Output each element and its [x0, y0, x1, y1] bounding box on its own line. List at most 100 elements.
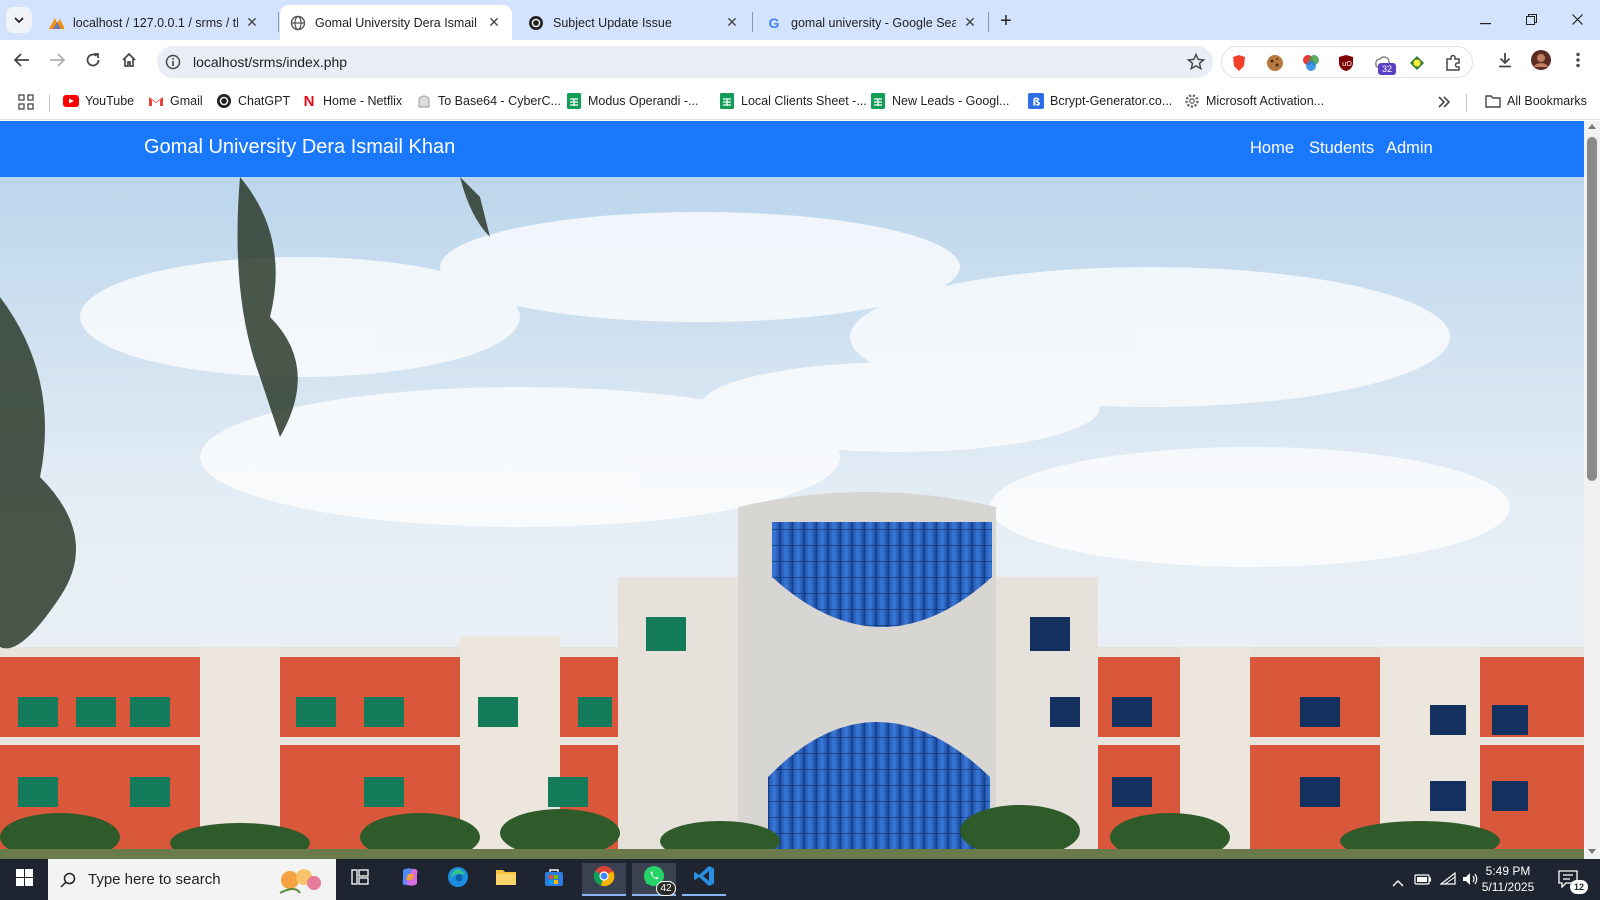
tab-search-button[interactable]	[6, 7, 32, 33]
bookmark-netflix[interactable]: N Home - Netflix	[301, 92, 403, 110]
scroll-down-arrow[interactable]	[1588, 849, 1596, 854]
tab-google-search[interactable]: G gomal university - Google Searc ✕	[756, 5, 988, 40]
sheets-icon	[566, 93, 582, 109]
bookmark-local-clients[interactable]: Local Clients Sheet -...	[719, 93, 867, 109]
nav-students-link[interactable]: Students	[1309, 139, 1374, 158]
minimize-button[interactable]	[1462, 0, 1508, 40]
tab-title: Subject Update Issue	[553, 15, 672, 30]
chevron-up-icon[interactable]	[1392, 874, 1404, 892]
page-scrollbar[interactable]	[1584, 121, 1600, 859]
site-brand[interactable]: Gomal University Dera Ismail Khan	[144, 136, 455, 159]
tab-gomal-university[interactable]: Gomal University Dera Ismail Kh ✕	[280, 5, 512, 40]
bookmark-label: ChatGPT	[238, 94, 291, 108]
taskbar-search[interactable]: Type here to search	[48, 859, 336, 900]
close-window-button[interactable]	[1554, 0, 1600, 40]
search-placeholder: Type here to search	[88, 871, 221, 888]
ublock-extension-icon[interactable]: uO	[1337, 54, 1355, 72]
whatsapp-button[interactable]: 42	[632, 863, 676, 896]
bookmark-label: Gmail	[170, 94, 203, 108]
minimize-icon	[1479, 12, 1491, 28]
scroll-thumb[interactable]	[1587, 137, 1597, 481]
reload-button[interactable]	[78, 47, 108, 77]
close-icon[interactable]: ✕	[486, 14, 502, 31]
vscode-button[interactable]	[682, 863, 726, 896]
nav-admin-link[interactable]: Admin	[1386, 139, 1433, 158]
store-button[interactable]	[532, 863, 576, 896]
task-view-button[interactable]	[338, 863, 382, 896]
vpn-extension-icon[interactable]	[1408, 54, 1426, 72]
nav-home-link[interactable]: Home	[1250, 139, 1294, 158]
all-bookmarks-button[interactable]: All Bookmarks	[1485, 93, 1587, 109]
site-info-icon[interactable]	[165, 54, 181, 75]
bookmark-bcrypt[interactable]: ß Bcrypt-Generator.co...	[1028, 93, 1172, 109]
gear-icon	[1184, 93, 1200, 109]
netflix-icon: N	[303, 92, 315, 110]
arrow-left-icon	[13, 52, 30, 72]
star-icon[interactable]	[1186, 52, 1206, 76]
bookmark-new-leads[interactable]: New Leads - Googl...	[870, 93, 1009, 109]
wifi-icon[interactable]	[1439, 871, 1456, 891]
puzzle-icon[interactable]	[1444, 54, 1462, 72]
battery-icon[interactable]	[1414, 872, 1432, 891]
restore-icon	[1525, 12, 1537, 28]
close-icon[interactable]: ✕	[724, 14, 740, 31]
bookmark-label: New Leads - Googl...	[892, 94, 1010, 108]
copilot-button[interactable]	[388, 863, 432, 896]
back-button[interactable]	[7, 47, 37, 77]
restore-button[interactable]	[1508, 0, 1554, 40]
arrow-right-icon	[49, 52, 66, 72]
clock-time: 5:49 PM	[1485, 864, 1531, 878]
brave-extension-icon[interactable]	[1230, 54, 1248, 72]
url-text[interactable]: localhost/srms/index.php	[193, 54, 347, 70]
windows-taskbar: Type here to search 42 5:49 PM 5/11/2025…	[0, 859, 1600, 900]
google-icon: G	[768, 14, 780, 31]
bookmark-modus-operandi[interactable]: Modus Operandi -...	[566, 93, 698, 109]
bookmark-label: Modus Operandi -...	[588, 94, 699, 108]
tab-title: localhost / 127.0.0.1 / srms / tbl	[73, 15, 238, 30]
chrome-button[interactable]	[582, 863, 626, 896]
close-icon[interactable]: ✕	[962, 14, 978, 31]
sheets-icon	[870, 93, 886, 109]
bookmark-gmail[interactable]: Gmail	[148, 93, 203, 109]
edge-button[interactable]	[436, 863, 480, 896]
scroll-up-arrow[interactable]	[1588, 124, 1596, 129]
bookmark-microsoft-activation[interactable]: Microsoft Activation...	[1184, 93, 1324, 109]
close-icon	[1571, 12, 1583, 28]
bookmark-cyberchef[interactable]: To Base64 - CyberC...	[416, 93, 561, 109]
profile-avatar[interactable]	[1526, 47, 1556, 77]
flower-search-highlight-icon	[270, 863, 328, 900]
downloads-button[interactable]	[1490, 47, 1520, 77]
cookie-extension-icon[interactable]	[1266, 54, 1284, 72]
bookmark-label: Bcrypt-Generator.co...	[1050, 94, 1173, 108]
system-clock[interactable]: 5:49 PM 5/11/2025	[1478, 863, 1538, 895]
tab-subject-update[interactable]: Subject Update Issue ✕	[518, 5, 750, 40]
close-icon[interactable]: ✕	[244, 14, 260, 31]
store-icon	[544, 867, 564, 892]
chatgpt-icon	[216, 93, 232, 109]
chevron-double-right-icon[interactable]	[1438, 95, 1451, 113]
youtube-icon	[63, 93, 79, 109]
apps-grid-icon[interactable]	[18, 94, 34, 115]
menu-button[interactable]	[1563, 47, 1593, 77]
home-button[interactable]	[114, 47, 144, 77]
new-tab-button[interactable]: +	[992, 7, 1020, 35]
search-icon	[60, 872, 76, 888]
download-icon	[1497, 52, 1513, 73]
forward-button[interactable]	[42, 47, 72, 77]
vscode-icon	[693, 865, 715, 892]
tab-title: Gomal University Dera Ismail Kh	[315, 15, 480, 30]
bookmark-chatgpt[interactable]: ChatGPT	[216, 93, 290, 109]
bcrypt-icon: ß	[1028, 93, 1044, 109]
cyberchef-icon	[416, 93, 432, 109]
address-bar[interactable]: localhost/srms/index.php	[157, 46, 1213, 78]
notification-count-badge: 12	[1570, 880, 1588, 894]
chrome-icon	[593, 865, 615, 892]
bookmark-youtube[interactable]: YouTube	[63, 93, 134, 109]
extensions-area: uO 32	[1221, 46, 1473, 78]
color-picker-extension-icon[interactable]	[1302, 54, 1320, 72]
reload-icon	[85, 52, 101, 73]
file-explorer-button[interactable]	[484, 863, 528, 896]
tab-phpmyadmin[interactable]: localhost / 127.0.0.1 / srms / tbl ✕	[38, 5, 270, 40]
start-button[interactable]	[2, 863, 46, 896]
folder-icon	[495, 868, 517, 891]
